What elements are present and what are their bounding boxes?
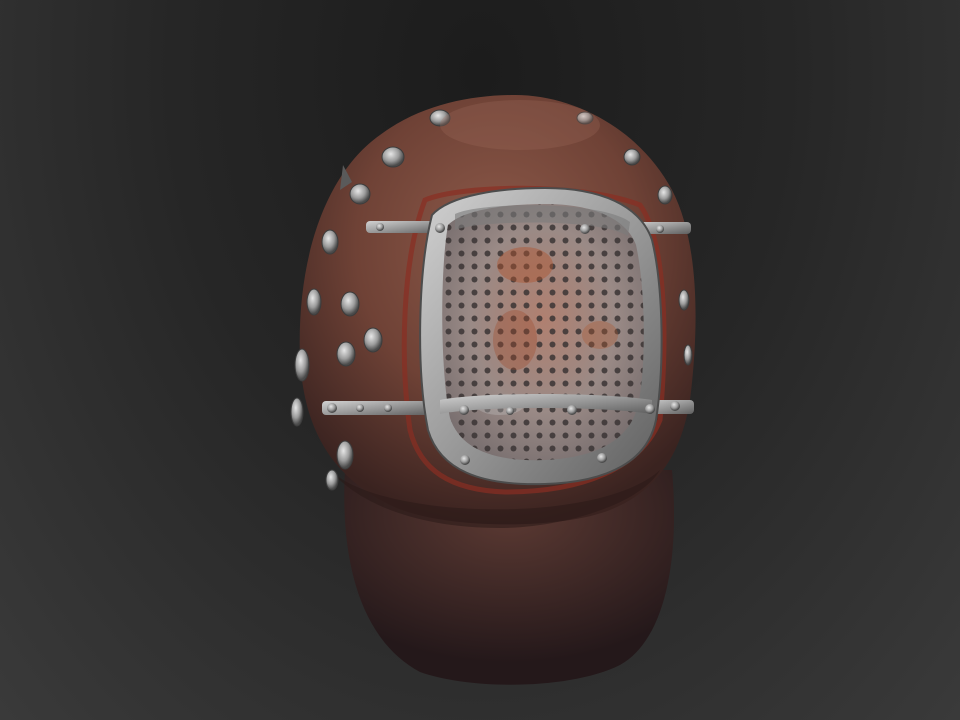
mask-model xyxy=(290,95,696,685)
sculpt-viewport[interactable] xyxy=(0,0,960,720)
metal-strap-mid-left xyxy=(322,401,432,415)
